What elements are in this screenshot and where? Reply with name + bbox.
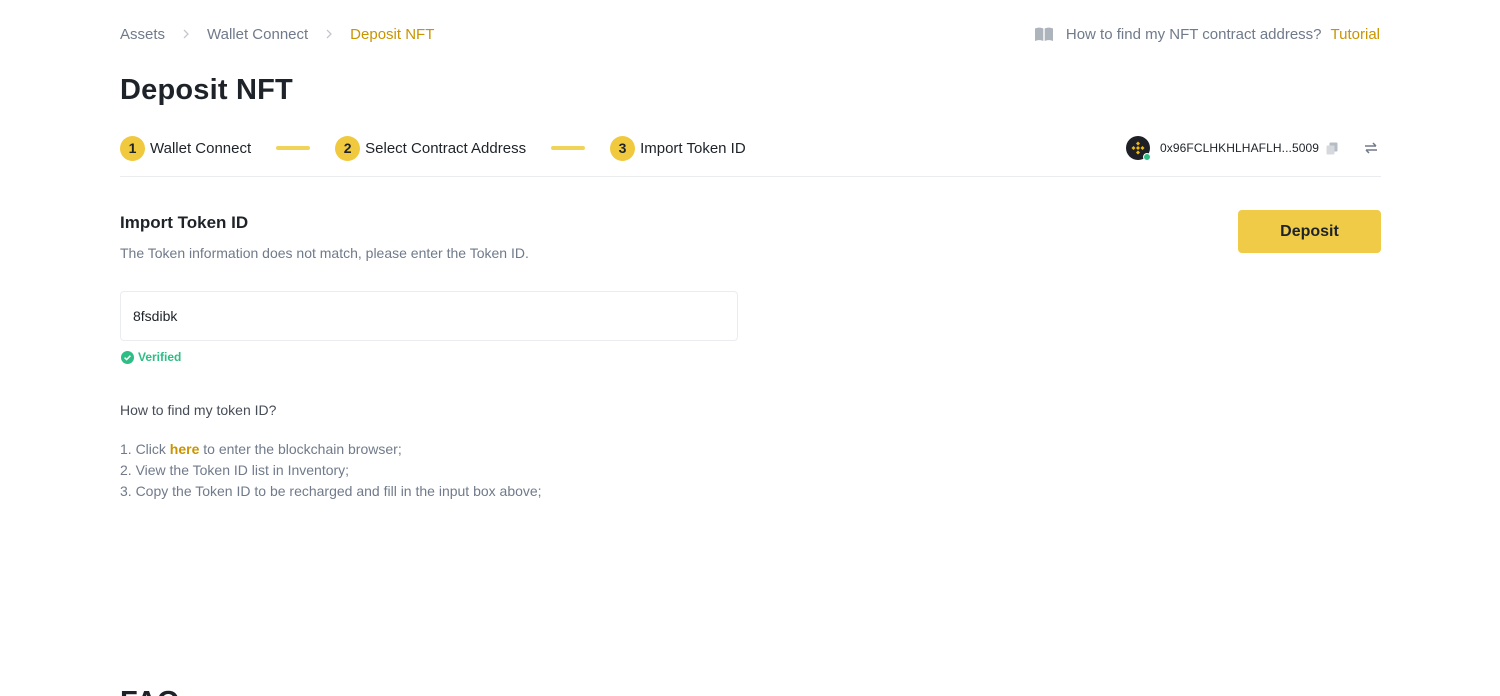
wallet-address: 0x96FCLHKHLHAFLH...5009 <box>1160 141 1320 155</box>
chevron-right-icon <box>183 29 189 39</box>
page-title: Deposit NFT <box>120 74 293 106</box>
connection-status-dot <box>1143 153 1151 161</box>
howto-title: How to find my token ID? <box>120 402 277 418</box>
tutorial-link[interactable]: Tutorial <box>1331 26 1380 43</box>
howto-step-text: to enter the blockchain browser; <box>199 441 402 457</box>
tutorial-question: How to find my NFT contract address? <box>1065 25 1322 43</box>
faq-title: FAQ <box>120 686 180 696</box>
howto-step-2: 2. View the Token ID list in Inventory; <box>120 462 350 478</box>
section-title: Import Token ID <box>120 213 249 232</box>
step-import-token: 3 Import Token ID <box>610 135 746 161</box>
breadcrumb-deposit-nft: Deposit NFT <box>350 25 435 43</box>
copy-icon[interactable] <box>1326 142 1338 155</box>
step-label: Select Contract Address <box>365 139 527 157</box>
breadcrumb-wallet-connect[interactable]: Wallet Connect <box>207 26 308 43</box>
stepper: 1 Wallet Connect 2 Select Contract Addre… <box>120 135 746 161</box>
howto-step-1: 1. Click here to enter the blockchain br… <box>120 439 542 460</box>
step-number: 1 <box>120 135 145 161</box>
bnb-avatar-icon <box>1126 136 1151 161</box>
deposit-button[interactable]: Deposit <box>1238 210 1381 253</box>
blockchain-browser-link[interactable]: here <box>170 441 200 457</box>
wallet-info: 0x96FCLHKHLHAFLH...5009 <box>1126 135 1378 161</box>
howto-step-text: 1. Click <box>120 441 170 457</box>
breadcrumb-assets[interactable]: Assets <box>120 26 165 43</box>
book-icon <box>1034 26 1054 42</box>
check-circle-icon <box>121 350 134 364</box>
section-description: The Token information does not match, pl… <box>120 245 529 261</box>
verified-status: Verified <box>121 350 181 364</box>
step-connector <box>276 146 311 150</box>
divider <box>120 176 1381 177</box>
step-label: Wallet Connect <box>150 139 252 157</box>
verified-label: Verified <box>138 350 182 364</box>
breadcrumb: Assets Wallet Connect Deposit NFT <box>120 24 434 44</box>
howto-steps: 1. Click here to enter the blockchain br… <box>120 439 542 502</box>
swap-icon[interactable] <box>1364 142 1378 154</box>
step-label: Import Token ID <box>640 139 746 157</box>
step-select-contract: 2 Select Contract Address <box>335 135 527 161</box>
chevron-right-icon <box>326 29 333 39</box>
step-connector <box>551 146 586 150</box>
step-number: 3 <box>610 135 636 161</box>
token-id-input[interactable] <box>120 291 738 341</box>
step-number: 2 <box>335 135 361 161</box>
step-wallet-connect: 1 Wallet Connect <box>120 135 252 161</box>
howto-step-3: 3. Copy the Token ID to be recharged and… <box>120 483 542 499</box>
tutorial-hint: How to find my NFT contract address? Tut… <box>1034 24 1380 44</box>
